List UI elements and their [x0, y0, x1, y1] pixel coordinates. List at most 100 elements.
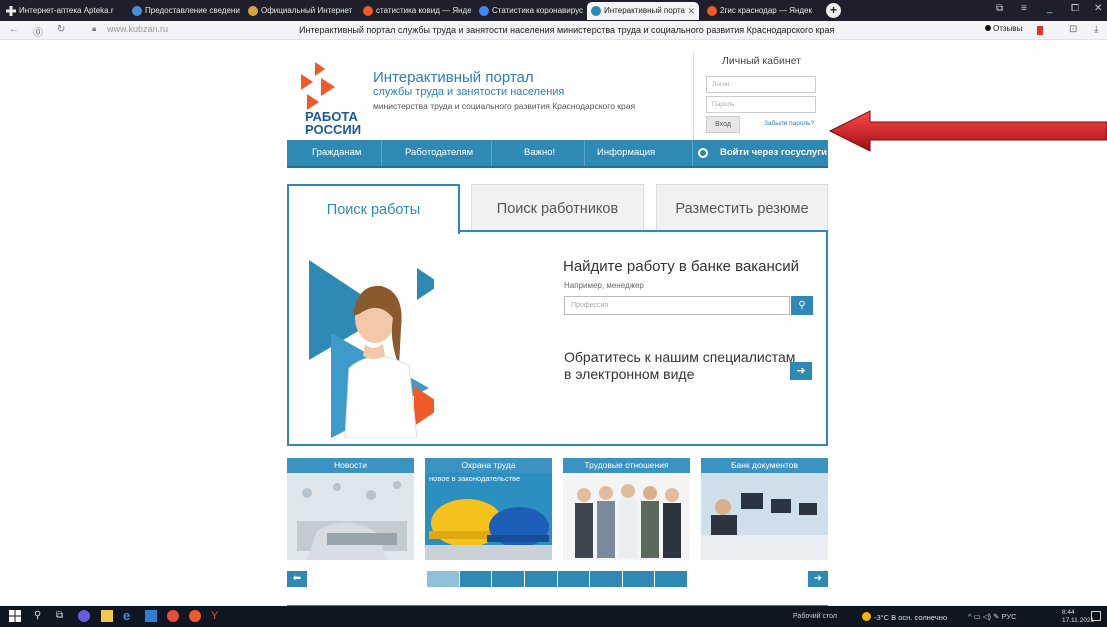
carousel-page-dot[interactable] — [590, 571, 623, 587]
red-annotation-arrow-icon — [828, 110, 1107, 152]
find-job-example: Например, менеджер — [564, 281, 644, 290]
search-icon[interactable]: ⚲ — [34, 610, 46, 622]
store-icon[interactable] — [145, 610, 157, 622]
tab-find-workers[interactable]: Поиск работников — [471, 184, 644, 232]
menu-item-employers[interactable]: Работодателям — [405, 140, 473, 166]
download-icon[interactable]: ⤓ — [1094, 24, 1098, 35]
lock-icon[interactable]: 🔒︎ — [92, 24, 96, 34]
browser-tab-bar: Интернет-аптека Apteka.r Предоставление … — [0, 0, 1107, 21]
restore-icon[interactable]: ⧠ — [1071, 3, 1079, 14]
browser-tab[interactable]: статистика ковид — Янде — [359, 2, 471, 20]
close-window-icon[interactable]: ✕ — [1094, 3, 1102, 14]
password-input[interactable]: Пароль — [706, 96, 816, 113]
arrow-right-icon: ➜ — [796, 365, 806, 377]
menu-divider — [381, 140, 382, 166]
arrow-right-icon: ➜ — [813, 573, 823, 584]
workers-card-image — [563, 473, 690, 560]
app-y-icon[interactable]: Y — [211, 610, 223, 622]
browser-tab[interactable]: Предоставление сведени — [128, 2, 242, 20]
reader-icon[interactable]: ⊡ — [1069, 24, 1077, 35]
tab-post-resume[interactable]: Разместить резюме — [656, 184, 828, 232]
notifications-icon[interactable] — [1091, 611, 1101, 621]
menu-item-important[interactable]: Важно! — [524, 140, 555, 166]
system-tray[interactable]: ^ ▭ ◁) ✎ РУС — [968, 612, 1017, 621]
desktop-label[interactable]: Рабочий стол — [793, 613, 837, 620]
weather-widget[interactable]: -3°C В осн. солнечно — [862, 612, 947, 622]
app-icon[interactable] — [78, 610, 90, 622]
minimize-icon[interactable]: _ — [1047, 3, 1053, 14]
clock[interactable]: 8:44 17.11.2021 — [1062, 609, 1094, 625]
sun-icon — [862, 612, 871, 621]
portal-subtitle: службы труда и занятости населения — [373, 86, 565, 98]
collections-icon[interactable]: ⧉ — [996, 3, 1003, 14]
menu-item-citizens[interactable]: Гражданам — [312, 140, 361, 166]
card-document-bank[interactable]: Банк документов — [701, 458, 828, 560]
gosuslugi-login-button[interactable]: Войти через госуслуги — [720, 140, 827, 166]
yandex-icon[interactable]: ⓪ — [33, 24, 43, 39]
contact-specialists-button[interactable]: ➜ — [790, 362, 812, 380]
profession-input[interactable]: Профессия — [564, 296, 790, 315]
tab-favicon-icon — [132, 6, 142, 16]
card-news[interactable]: Новости — [287, 458, 414, 560]
weather-text: -3°C В осн. солнечно — [874, 613, 947, 622]
tab-find-job[interactable]: Поиск работы — [287, 184, 460, 234]
language-indicator[interactable]: РУС — [1002, 612, 1017, 621]
carousel-page-dot[interactable] — [622, 571, 656, 587]
search-icon: ⚲ — [798, 300, 806, 311]
login-input[interactable]: Логин — [706, 76, 816, 93]
reviews-dot-icon — [985, 25, 991, 31]
url-text[interactable]: www.kubzan.ru — [107, 24, 168, 34]
carousel-page-dot[interactable] — [459, 571, 493, 587]
hardhats-card-image — [425, 473, 552, 560]
menu-icon[interactable]: ≡ — [1021, 3, 1027, 14]
reviews-button[interactable]: Отзывы — [985, 24, 1022, 33]
login-button[interactable]: Вход — [706, 116, 740, 133]
task-view-icon[interactable]: ⧉ — [56, 610, 68, 622]
reviews-label: Отзывы — [993, 24, 1023, 33]
tab-favicon-icon — [479, 6, 489, 16]
windows-taskbar: ⚲ ⧉ e Y Рабочий стол -3°C В осн. солнечн… — [0, 606, 1107, 627]
close-tab-icon[interactable]: ✕ — [687, 2, 695, 20]
carousel-page-dot[interactable] — [557, 571, 591, 587]
tab-label: Интернет-аптека Apteka.r — [19, 6, 114, 15]
tab-favicon-icon — [363, 6, 373, 16]
portal-title: Интерактивный портал — [373, 69, 534, 86]
portal-ministry: министерства труда и социального развити… — [373, 101, 636, 111]
new-tab-button[interactable]: + — [826, 3, 841, 18]
forgot-password-link[interactable]: Забыли пароль? — [764, 120, 814, 127]
hero-woman-image — [309, 260, 434, 438]
edge-icon[interactable]: e — [123, 609, 135, 622]
browser-tab[interactable]: Статистика коронавирус — [475, 2, 583, 20]
windows-start-icon[interactable] — [9, 610, 21, 622]
bookmark-icon[interactable] — [1037, 26, 1043, 35]
yandex-icon[interactable] — [189, 610, 201, 622]
carousel-page-dot[interactable] — [492, 571, 525, 587]
browser-tab[interactable]: Интернет-аптека Apteka.r — [2, 2, 120, 20]
tab-label: Предоставление сведени — [145, 6, 240, 15]
menu-divider — [491, 140, 492, 166]
carousel-page-dot[interactable] — [524, 571, 558, 587]
back-icon[interactable]: ← — [9, 24, 19, 35]
reload-icon[interactable]: ↻ — [57, 24, 65, 35]
address-bar: ← ⓪ ↻ 🔒︎ www.kubzan.ru Интерактивный пор… — [0, 21, 1107, 40]
carousel-page-dot[interactable] — [655, 571, 688, 587]
find-job-title: Найдите работу в банке вакансий — [563, 258, 800, 275]
logo-text: РАБОТА РОССИИ — [305, 110, 361, 136]
menu-item-information[interactable]: Информация — [597, 140, 655, 166]
carousel-next-button[interactable]: ➜ — [808, 571, 828, 587]
main-menu: Гражданам Работодателям Важно! Информаци… — [287, 140, 828, 168]
browser-tab-active[interactable]: Интерактивный порта ✕ — [587, 2, 699, 20]
browser-tab[interactable]: Официальный Интернет — [244, 2, 352, 20]
gosuslugi-icon — [698, 148, 708, 158]
card-labor-relations[interactable]: Трудовые отношения — [563, 458, 690, 560]
yandex-browser-icon[interactable] — [167, 610, 179, 622]
carousel-prev-button[interactable]: ⬅ — [287, 571, 307, 587]
card-labor-protection[interactable]: Охрана труда новое в законодательстве — [425, 458, 552, 560]
rabota-rossii-logo-icon[interactable] — [295, 60, 345, 110]
browser-tab[interactable]: 2гис краснодар — Яндек — [703, 2, 817, 20]
contact-line-1: Обратитесь к нашим специалистам — [564, 349, 796, 365]
tab-label: статистика ковид — Янде — [376, 6, 471, 15]
file-explorer-icon[interactable] — [101, 610, 113, 622]
search-button[interactable]: ⚲ — [791, 296, 813, 315]
carousel-page-dot[interactable] — [427, 571, 460, 587]
